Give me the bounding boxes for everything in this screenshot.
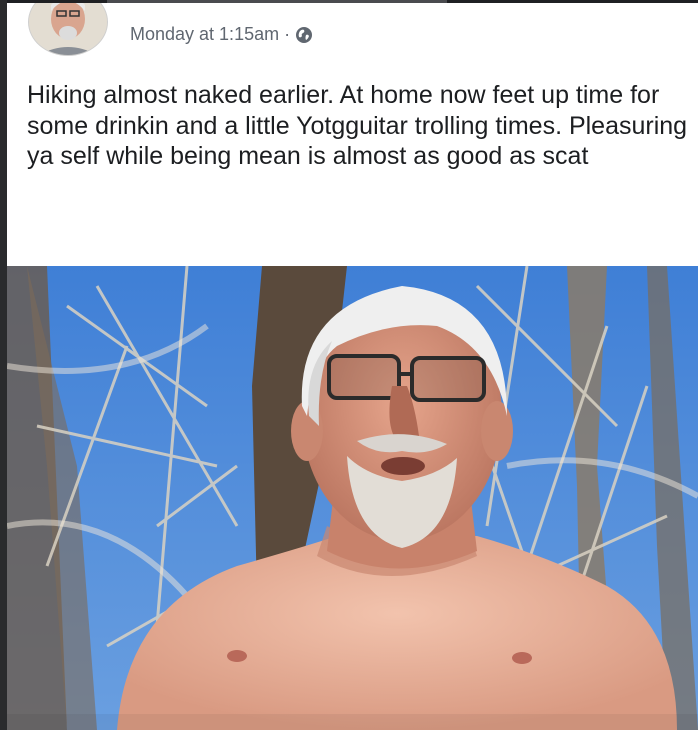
feed-post: Monday at 1:15am · Hiking almost naked e… (7, 0, 698, 730)
avatar[interactable] (28, 0, 108, 56)
post-text: Hiking almost naked earlier. At home now… (27, 81, 688, 170)
avatar-image (29, 0, 107, 55)
post-header: Monday at 1:15am · (7, 0, 698, 64)
top-bar (7, 0, 698, 3)
post-photo[interactable] (7, 266, 698, 730)
globe-icon[interactable] (295, 26, 313, 44)
photo-image (7, 266, 698, 730)
post-timestamp[interactable]: Monday at 1:15am (130, 24, 279, 45)
meta-separator: · (284, 24, 291, 44)
post-meta: Monday at 1:15am · (130, 24, 313, 45)
left-window-frame (0, 0, 7, 730)
